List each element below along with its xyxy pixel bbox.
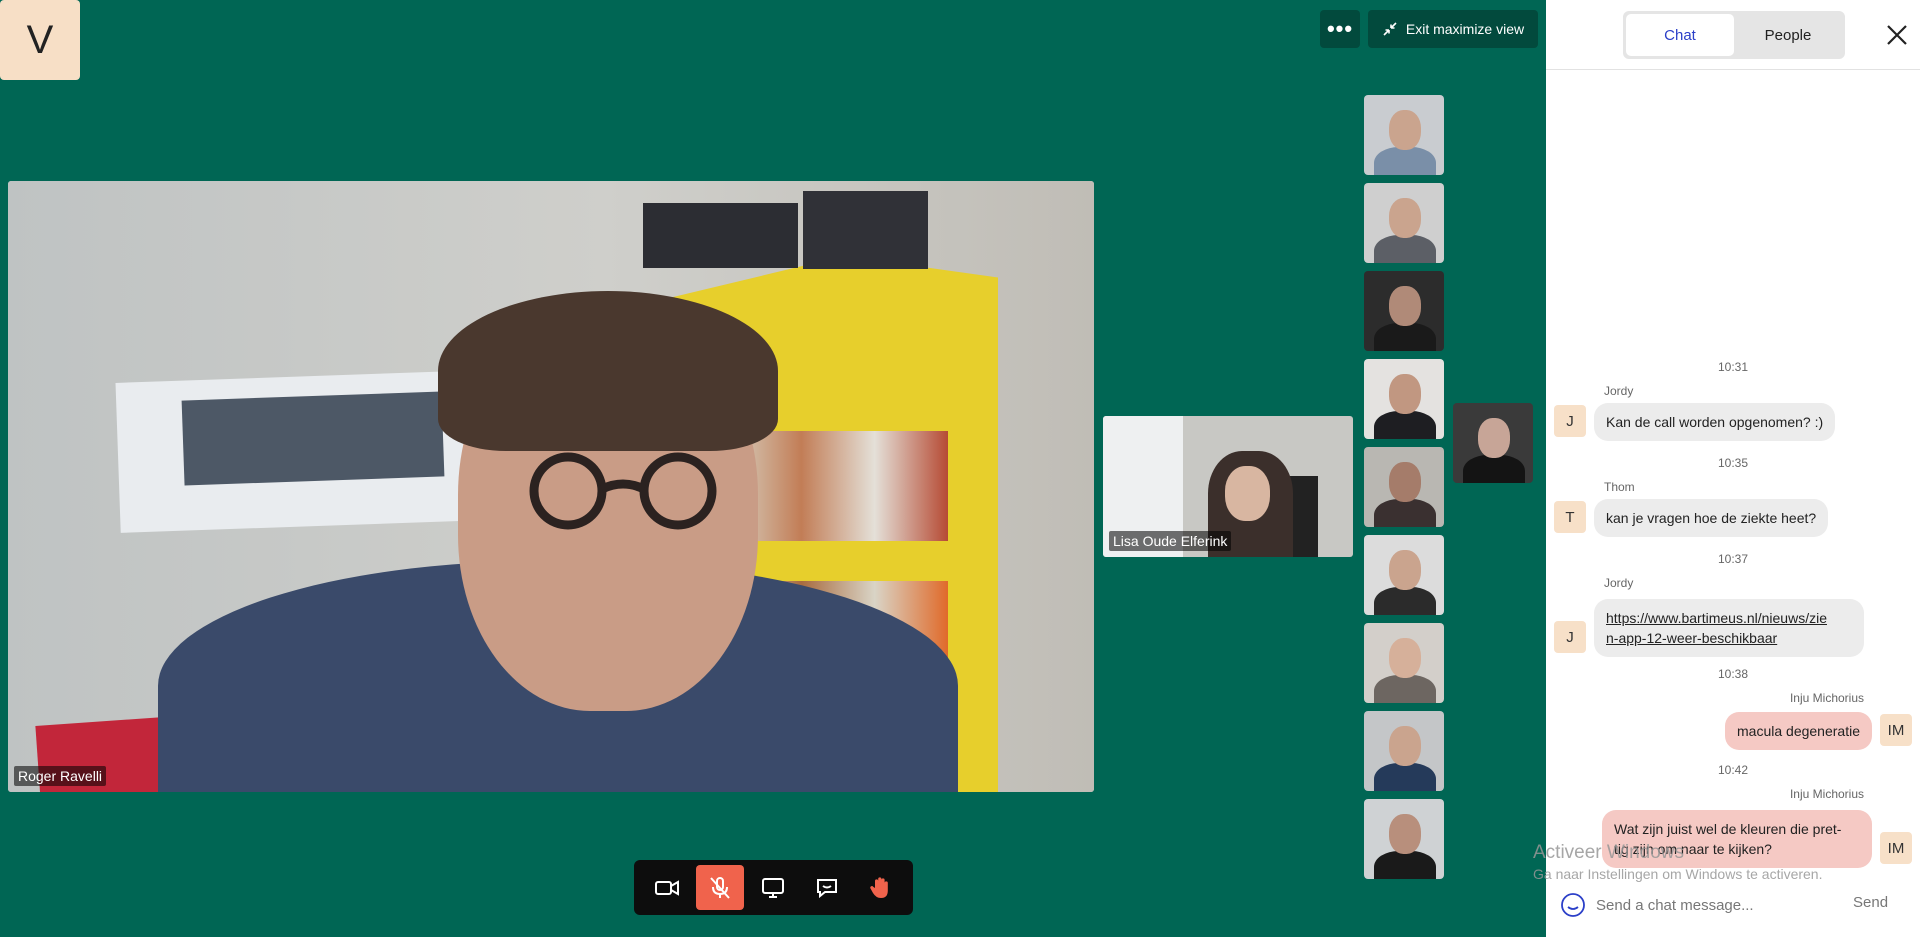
participant-face xyxy=(1389,726,1421,766)
participant-body xyxy=(1374,411,1436,439)
participant-thumbnail[interactable] xyxy=(1453,403,1533,483)
participant-body xyxy=(1374,235,1436,263)
video-poster-image xyxy=(181,391,445,486)
participant-thumbnail[interactable] xyxy=(1364,359,1444,439)
tab-people[interactable]: People xyxy=(1734,14,1842,56)
message-timestamp: 10:42 xyxy=(1717,763,1749,777)
participant-avatar-thumbnail[interactable]: V xyxy=(0,0,80,80)
message-timestamp: 10:35 xyxy=(1717,456,1749,470)
chat-message-input[interactable] xyxy=(1596,890,1836,920)
message-line: tig zijn om naar te kijken? xyxy=(1614,841,1772,857)
message-sender: Inju Michorius xyxy=(1789,691,1864,705)
message-line: Wat zijn juist wel de kleuren die pret- xyxy=(1614,821,1842,837)
camera-icon xyxy=(654,879,679,896)
avatar: J xyxy=(1554,405,1586,437)
panel-tabs: Chat People xyxy=(1623,11,1845,59)
participant-body xyxy=(1374,675,1436,703)
microphone-muted-icon xyxy=(710,876,730,899)
chat-message-list: 10:31 Jordy J Kan de call worden opgenom… xyxy=(1546,70,1920,870)
chat-header: Chat People xyxy=(1546,0,1920,70)
avatar: IM xyxy=(1880,714,1912,746)
message-timestamp: 10:38 xyxy=(1717,667,1749,681)
chat-message-own: Wat zijn juist wel de kleuren die pret-t… xyxy=(1602,810,1872,868)
minimize-arrows-icon xyxy=(1383,22,1397,36)
participant-thumbnail[interactable] xyxy=(1364,447,1444,527)
chat-message: Kan de call worden opgenomen? :) xyxy=(1594,403,1836,441)
participant-body xyxy=(1374,499,1436,527)
screen-share-icon xyxy=(762,877,785,898)
close-icon[interactable] xyxy=(1882,20,1912,50)
message-sender: Thom xyxy=(1604,480,1635,494)
participant-name-tag: Roger Ravelli xyxy=(14,766,107,786)
exit-maximize-label: Exit maximize view xyxy=(1405,21,1525,37)
meeting-stage: ••• Exit maximize view Roger Ravelli Lis… xyxy=(0,0,1546,937)
exit-maximize-button[interactable]: Exit maximize view xyxy=(1368,10,1538,48)
participant-face xyxy=(1389,462,1421,502)
speaker-glasses xyxy=(529,452,717,530)
chat-message: kan je vragen hoe de ziekte heet? xyxy=(1594,499,1829,537)
raise-hand-button[interactable] xyxy=(856,865,904,910)
more-options-button[interactable]: ••• xyxy=(1320,10,1360,48)
participant-thumbnail[interactable] xyxy=(1364,711,1444,791)
chat-icon xyxy=(816,878,837,898)
message-sender: Jordy xyxy=(1604,576,1634,590)
participant-face xyxy=(1389,638,1421,678)
microphone-toggle-button[interactable] xyxy=(696,865,745,910)
camera-button[interactable] xyxy=(643,865,691,910)
message-timestamp: 10:37 xyxy=(1717,552,1749,566)
participant-face xyxy=(1389,550,1421,590)
video-box xyxy=(643,203,798,268)
participant-video-lisa[interactable]: Lisa Oude Elferink xyxy=(1103,416,1353,557)
message-sender: Inju Michorius xyxy=(1789,787,1864,801)
participant-body xyxy=(1463,455,1525,483)
participant-face xyxy=(1389,198,1421,238)
participant-thumbnail[interactable] xyxy=(1364,183,1444,263)
participant-face xyxy=(1389,110,1421,150)
avatar: J xyxy=(1554,621,1586,653)
chat-composer: Send xyxy=(1546,880,1920,930)
video-box xyxy=(803,191,928,269)
chat-message-own: macula degeneratie xyxy=(1725,712,1872,750)
avatar: IM xyxy=(1880,832,1912,864)
participant-face xyxy=(1225,466,1270,521)
video-books xyxy=(728,431,948,541)
participant-body xyxy=(1374,323,1436,351)
message-sender: Jordy xyxy=(1604,384,1634,398)
participant-thumbnail[interactable] xyxy=(1364,535,1444,615)
participant-body xyxy=(1374,851,1436,879)
tab-chat[interactable]: Chat xyxy=(1626,14,1734,56)
participant-name-tag: Lisa Oude Elferink xyxy=(1109,531,1232,551)
participant-face xyxy=(1389,814,1421,854)
participant-face xyxy=(1478,418,1510,458)
participant-body xyxy=(1374,587,1436,615)
speaker-hair xyxy=(438,291,778,451)
participant-thumbnail[interactable] xyxy=(1364,623,1444,703)
chat-message-link: https://www.bartimeus.nl/nieuws/zie n-app… xyxy=(1594,599,1864,657)
raise-hand-icon xyxy=(870,876,889,898)
participant-thumbnail[interactable] xyxy=(1364,271,1444,351)
participant-body xyxy=(1374,147,1436,175)
message-link[interactable]: https://www.bartimeus.nl/nieuws/zie n-app… xyxy=(1606,610,1827,646)
send-button[interactable]: Send xyxy=(1853,894,1888,911)
call-controls-bar xyxy=(634,860,913,915)
participant-body xyxy=(1374,763,1436,791)
participant-thumbnail[interactable] xyxy=(1364,95,1444,175)
participant-face xyxy=(1389,374,1421,414)
participant-thumbnail[interactable] xyxy=(1364,799,1444,879)
chat-panel: Chat People 10:31 Jordy J Kan de call wo… xyxy=(1546,0,1920,937)
message-timestamp: 10:31 xyxy=(1717,360,1749,374)
link-line: https://www.bartimeus.nl/nieuws/zie xyxy=(1606,610,1827,626)
chat-toggle-button[interactable] xyxy=(803,865,851,910)
main-speaker-video[interactable]: Roger Ravelli xyxy=(8,181,1094,792)
participant-face xyxy=(1389,286,1421,326)
avatar: T xyxy=(1554,501,1586,533)
emoji-icon[interactable] xyxy=(1560,892,1586,918)
link-line: n-app-12-weer-beschikbaar xyxy=(1606,630,1778,646)
screen-share-button[interactable] xyxy=(749,865,797,910)
